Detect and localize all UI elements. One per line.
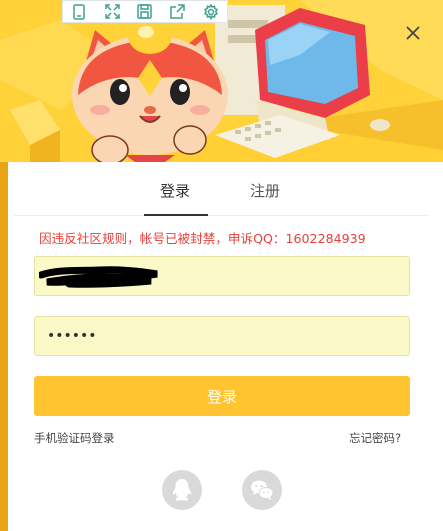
save-icon[interactable] <box>133 1 157 23</box>
username-field[interactable] <box>34 256 410 296</box>
cat-computer-illustration <box>0 0 443 162</box>
expand-icon[interactable] <box>100 1 124 23</box>
forgot-password-link[interactable]: 忘记密码? <box>349 430 401 446</box>
password-input[interactable] <box>35 317 409 355</box>
wechat-icon <box>251 480 274 500</box>
tab-login[interactable]: 登录 <box>160 180 190 201</box>
gear-icon[interactable] <box>199 1 223 23</box>
toolbar <box>62 0 228 23</box>
share-icon[interactable] <box>166 1 190 23</box>
tab-bar: 登录 注册 <box>14 162 429 216</box>
password-field[interactable] <box>34 316 410 356</box>
qq-login-button[interactable] <box>162 470 202 510</box>
redaction-scribble <box>39 266 158 288</box>
qq-icon <box>172 479 192 501</box>
phone-icon[interactable] <box>67 1 91 23</box>
active-tab-indicator <box>144 214 208 216</box>
login-panel: 登录 注册 因违反社区规则，帐号已被封禁，申诉QQ：1602284939 登录 … <box>14 162 429 531</box>
wechat-login-button[interactable] <box>242 470 282 510</box>
close-icon[interactable] <box>400 20 426 46</box>
ban-notice: 因违反社区规则，帐号已被封禁，申诉QQ：1602284939 <box>39 231 366 246</box>
tab-register[interactable]: 注册 <box>250 180 280 201</box>
login-button[interactable]: 登录 <box>34 376 410 416</box>
header-illustration <box>0 0 443 162</box>
phone-login-link[interactable]: 手机验证码登录 <box>34 430 115 446</box>
